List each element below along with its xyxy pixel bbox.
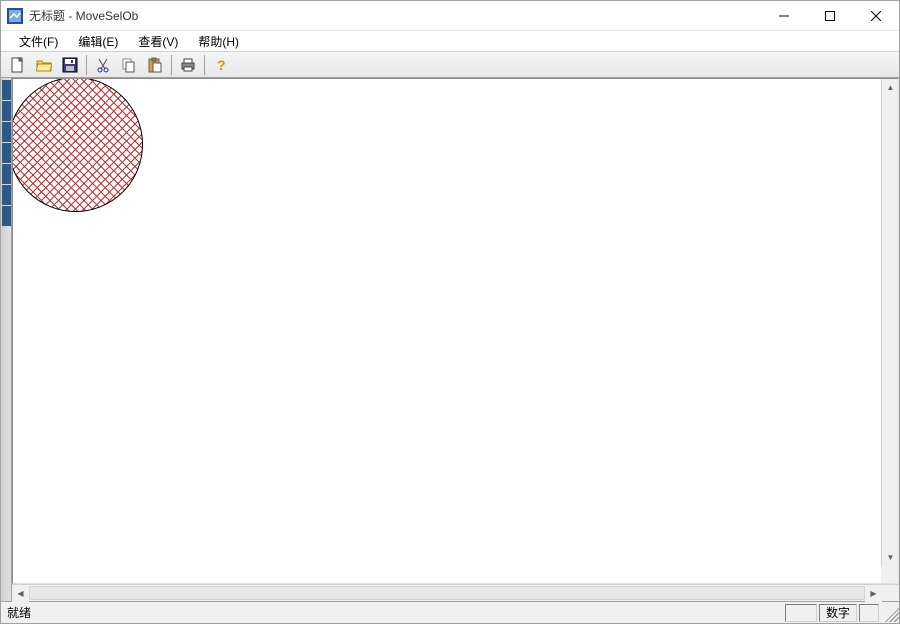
menu-help[interactable]: 帮助(H) [188,31,249,52]
open-button[interactable] [32,54,56,76]
dock-item[interactable] [2,143,11,163]
menu-view[interactable]: 查看(V) [128,31,188,52]
toolbar-separator [204,55,205,75]
maximize-icon [825,11,835,21]
new-icon [10,57,26,73]
open-icon [36,57,52,73]
cut-button[interactable] [91,54,115,76]
close-button[interactable] [853,1,899,30]
new-button[interactable] [6,54,30,76]
left-dock [1,78,12,601]
paste-icon [147,57,163,73]
hatched-circle-shape[interactable] [12,78,143,212]
window-controls [761,1,899,30]
dock-item[interactable] [2,101,11,121]
svg-text:?: ? [217,57,226,73]
scroll-spacer [882,585,899,601]
menu-edit[interactable]: 编辑(E) [68,31,128,52]
menu-bar: 文件(F) 编辑(E) 查看(V) 帮助(H) [1,31,899,52]
main-area: ▲ ▼ ◀ ▶ [1,78,899,601]
canvas[interactable]: ▲ ▼ [12,78,899,584]
status-ready: 就绪 [1,604,785,621]
resize-grip[interactable] [881,604,899,622]
status-pane-empty2 [859,604,879,622]
save-button[interactable] [58,54,82,76]
toolbar-separator [86,55,87,75]
help-button[interactable]: ? [209,54,233,76]
canvas-wrap: ▲ ▼ ◀ ▶ [12,78,899,601]
scroll-up-button[interactable]: ▲ [882,79,899,96]
cut-icon [95,57,111,73]
scroll-left-button[interactable]: ◀ [12,585,29,602]
status-pane-numlock: 数字 [819,604,857,622]
app-icon [7,8,23,24]
menu-file[interactable]: 文件(F) [9,31,68,52]
dock-item[interactable] [2,206,11,226]
toolbar: ? [1,52,899,78]
print-button[interactable] [176,54,200,76]
dock-item[interactable] [2,185,11,205]
horizontal-scrollbar[interactable]: ◀ ▶ [12,584,899,601]
status-bar: 就绪 数字 [1,601,899,623]
print-icon [180,57,196,73]
status-pane-empty [785,604,817,622]
horizontal-scroll-track[interactable] [29,586,865,600]
minimize-button[interactable] [761,1,807,30]
window-title: 无标题 - MoveSelOb [29,7,761,24]
copy-button[interactable] [117,54,141,76]
minimize-icon [779,11,789,21]
paste-button[interactable] [143,54,167,76]
toolbar-separator [171,55,172,75]
dock-item[interactable] [2,164,11,184]
close-icon [871,11,881,21]
vertical-scroll-track[interactable] [882,96,898,549]
vertical-scrollbar[interactable]: ▲ ▼ [881,79,898,566]
scroll-right-button[interactable]: ▶ [865,585,882,602]
dock-item[interactable] [2,122,11,142]
copy-icon [121,57,137,73]
save-icon [62,57,78,73]
maximize-button[interactable] [807,1,853,30]
title-bar: 无标题 - MoveSelOb [1,1,899,31]
scroll-corner [881,566,898,583]
help-icon: ? [213,57,229,73]
scroll-down-button[interactable]: ▼ [882,549,899,566]
dock-item[interactable] [2,80,11,100]
